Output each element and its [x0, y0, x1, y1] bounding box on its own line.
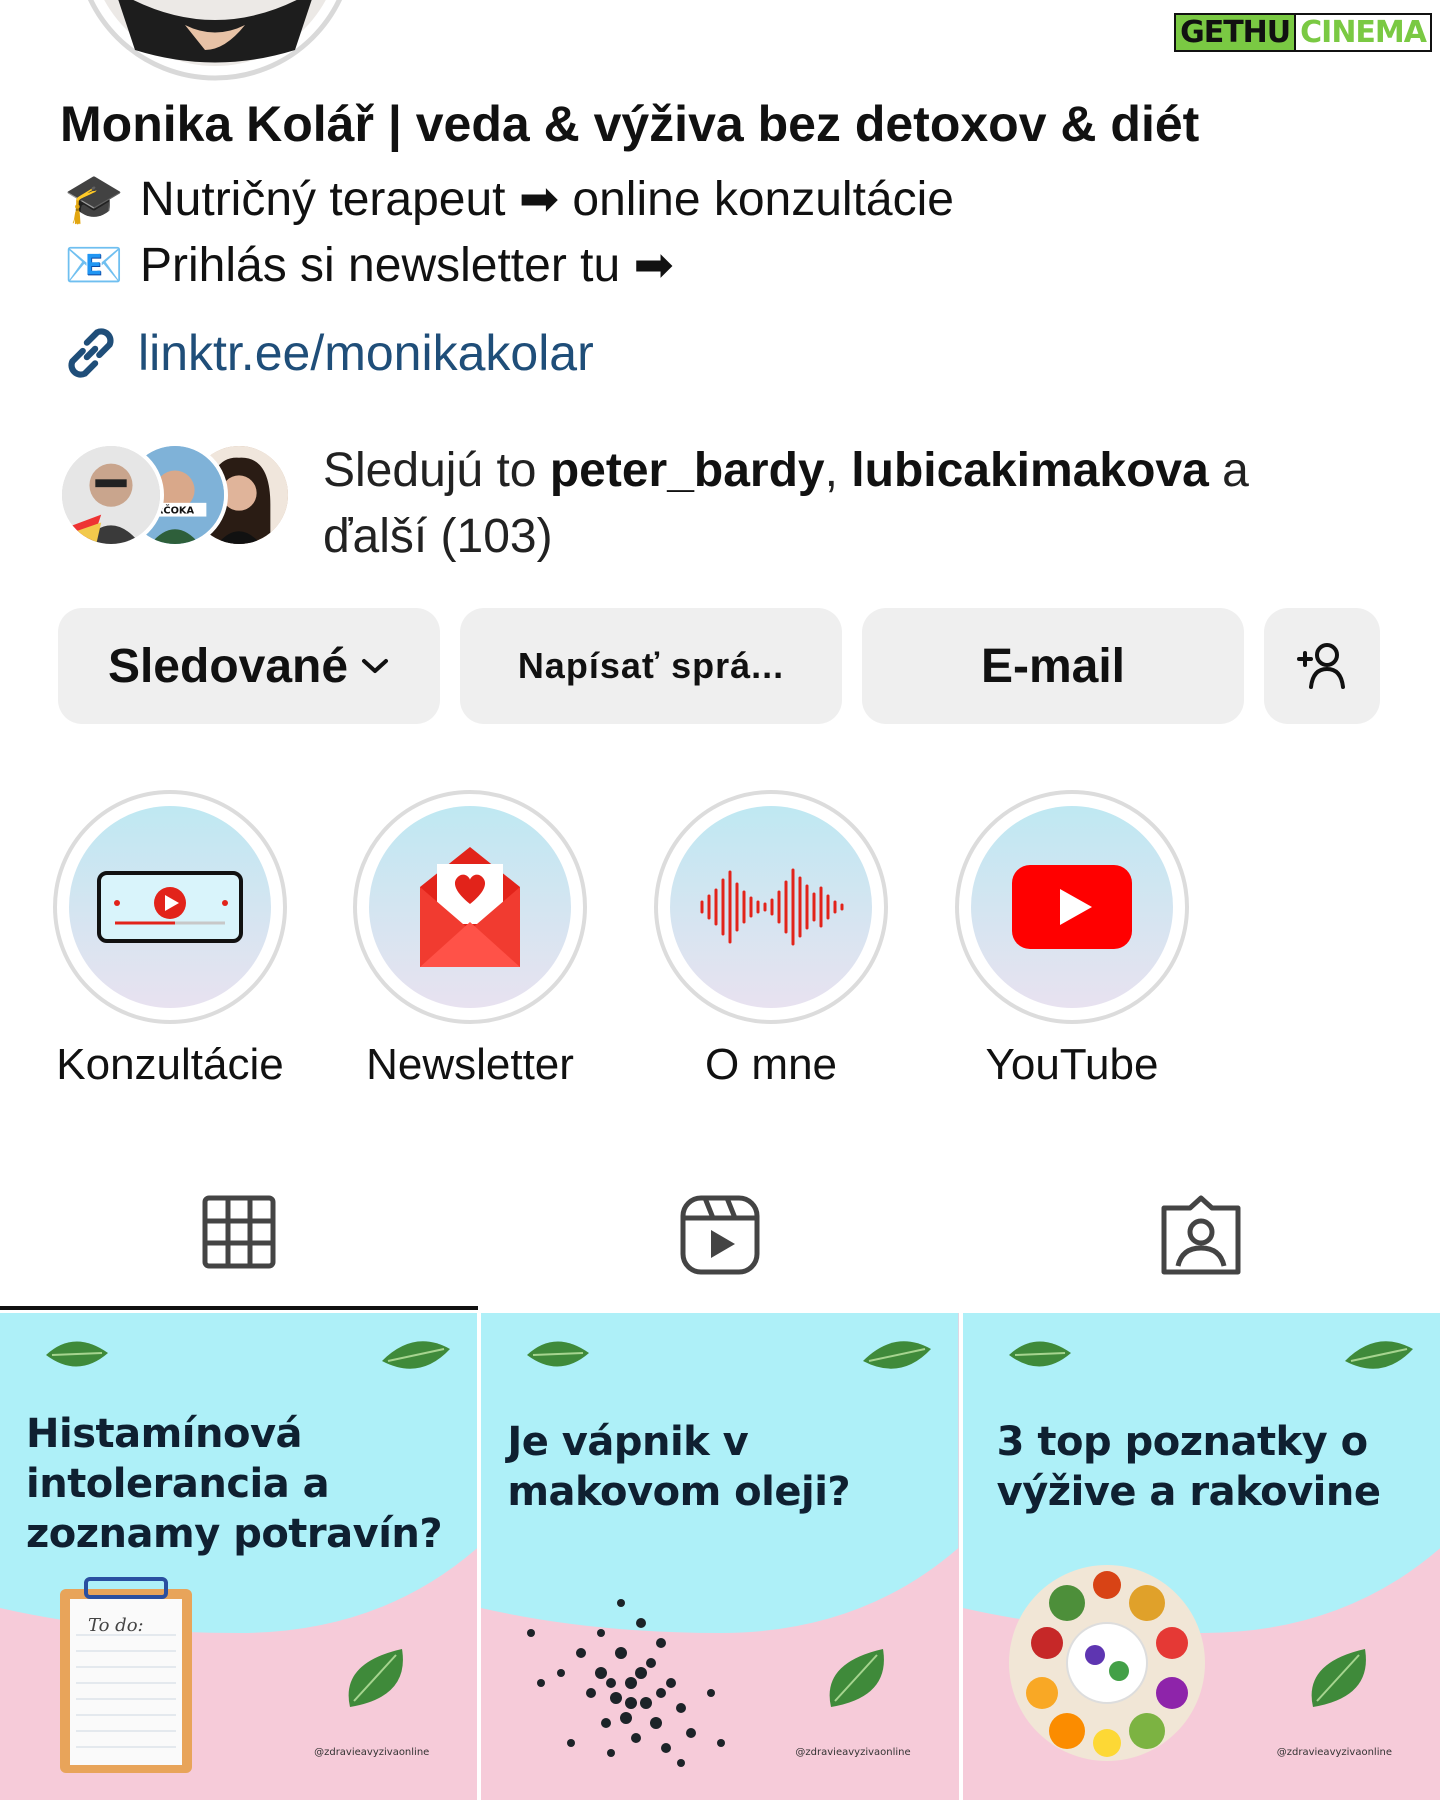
following-button[interactable]: Sledované [58, 608, 440, 724]
following-button-label: Sledované [107, 639, 349, 693]
highlight-label: Konzultácie [56, 1040, 284, 1089]
profile-link[interactable]: linktr.ee/monikakolar [58, 320, 594, 386]
post-title-line: 3 top poznatky o [996, 1419, 1368, 1465]
post-title-line: Histamínová [26, 1411, 303, 1457]
highlight-o-mne[interactable]: O mne [651, 790, 891, 1090]
profile-actions: Sledované Napísať sprá... E-mail [58, 608, 1380, 724]
video-player-icon [97, 871, 243, 943]
post-handle: @zdravieavyzivaonline [314, 1747, 430, 1758]
highlight-newsletter[interactable]: Newsletter [350, 790, 590, 1090]
post-title: Histamínová intolerancia a zoznamy potra… [26, 1409, 443, 1559]
grid-icon [202, 1195, 276, 1269]
email-button[interactable]: E-mail [862, 608, 1244, 724]
highlight-ring [955, 790, 1189, 1024]
watermark-part2: CINEMA [1296, 12, 1432, 52]
envelope-icon: 📧 [64, 239, 124, 292]
youtube-icon [1012, 865, 1132, 949]
link-text[interactable]: linktr.ee/monikakolar [138, 324, 594, 382]
post-title: 3 top poznatky o výžive a rakovine [997, 1417, 1381, 1517]
leaf-icon [1344, 1341, 1413, 1369]
posts-grid: Histamínová intolerancia a zoznamy potra… [0, 1313, 1440, 1800]
bio-line-2: 📧 Prihlás si newsletter tu ➡ [60, 236, 674, 293]
watermark-logo: GETHU CINEMA [1174, 8, 1432, 56]
clipboard-icon: To do: [60, 1577, 192, 1773]
story-highlights: Konzultácie Newsletter O mne YouTube [50, 790, 1250, 1090]
tab-reels[interactable] [481, 1180, 959, 1310]
leaf-icon [46, 1341, 108, 1367]
followed-by[interactable]: RČOKA Sledujú to peter_bardy, lubicakima… [58, 438, 1348, 568]
leaf-icon [1008, 1341, 1071, 1367]
follower-avatar [58, 442, 164, 548]
tab-tagged[interactable] [962, 1180, 1440, 1310]
post-tile[interactable]: 3 top poznatky o výžive a rakovine @zdra… [962, 1313, 1440, 1800]
bio-text-1: Nutričný terapeut ➡ online konzultácie [140, 172, 954, 226]
tagged-icon [1161, 1195, 1241, 1275]
followed-by-text: Sledujú to peter_bardy, lubicakimakova a… [323, 438, 1353, 570]
followed-by-user[interactable]: lubicakimakova [851, 444, 1209, 497]
bio-text-2: Prihlás si newsletter tu ➡ [140, 238, 674, 292]
post-title-line: intolerancia a [26, 1461, 330, 1507]
profile-name: Monika Kolář | veda & výživa bez detoxov… [60, 96, 1200, 152]
leaf-icon [348, 1649, 403, 1707]
followed-by-user[interactable]: peter_bardy [550, 444, 825, 497]
profile-tabs [0, 1180, 1440, 1310]
post-title-line: zoznamy potravín? [26, 1511, 443, 1557]
post-handle: @zdravieavyzivaonline [1276, 1747, 1392, 1758]
highlight-label: Newsletter [366, 1040, 574, 1089]
leaf-icon [1311, 1649, 1366, 1707]
soundwave-icon [700, 868, 844, 946]
post-title-line: makovom oleji? [507, 1469, 851, 1515]
highlight-ring [654, 790, 888, 1024]
highlight-youtube[interactable]: YouTube [952, 790, 1192, 1090]
highlight-ring [53, 790, 287, 1024]
profile-avatar[interactable] [55, 0, 375, 85]
followed-by-prefix: Sledujú to [323, 444, 550, 497]
highlight-label: YouTube [985, 1040, 1159, 1089]
leaf-icon [382, 1341, 450, 1369]
envelope-heart-icon [420, 847, 520, 967]
post-handle: @zdravieavyzivaonline [795, 1747, 911, 1758]
email-button-label: E-mail [980, 639, 1126, 693]
watermark-part1: GETHU [1174, 12, 1297, 52]
add-person-icon [1297, 643, 1345, 689]
post-title-line: výžive a rakovine [996, 1469, 1381, 1515]
svg-text:To do:: To do: [88, 1615, 144, 1636]
post-title-line: Je vápnik v [507, 1419, 749, 1465]
followed-by-separator: , [824, 444, 852, 497]
leaf-icon [829, 1649, 885, 1707]
highlight-konzultacie[interactable]: Konzultácie [50, 790, 290, 1090]
message-button[interactable]: Napísať sprá... [460, 608, 842, 724]
post-title: Je vápnik v makovom oleji? [507, 1417, 850, 1517]
message-button-label: Napísať sprá... [517, 645, 785, 686]
highlight-label: O mne [704, 1040, 838, 1089]
post-tile[interactable]: Histamínová intolerancia a zoznamy potra… [0, 1313, 478, 1800]
tab-posts-grid[interactable] [0, 1180, 478, 1310]
bio-line-1: 🎓 Nutričný terapeut ➡ online konzultácie [60, 170, 954, 227]
add-user-button[interactable] [1264, 608, 1380, 724]
active-tab-indicator [0, 1306, 478, 1310]
food-plate-illustration [1008, 1565, 1205, 1761]
highlight-ring [353, 790, 587, 1024]
leaf-icon [527, 1341, 590, 1367]
leaf-icon [863, 1341, 932, 1369]
graduation-cap-icon: 🎓 [64, 173, 124, 226]
reels-icon [680, 1195, 760, 1275]
chevron-down-icon [362, 659, 389, 673]
link-icon [68, 328, 114, 378]
poppy-seeds-illustration [527, 1599, 726, 1767]
post-tile[interactable]: Je vápnik v makovom oleji? @zdravieavyzi… [481, 1313, 959, 1800]
